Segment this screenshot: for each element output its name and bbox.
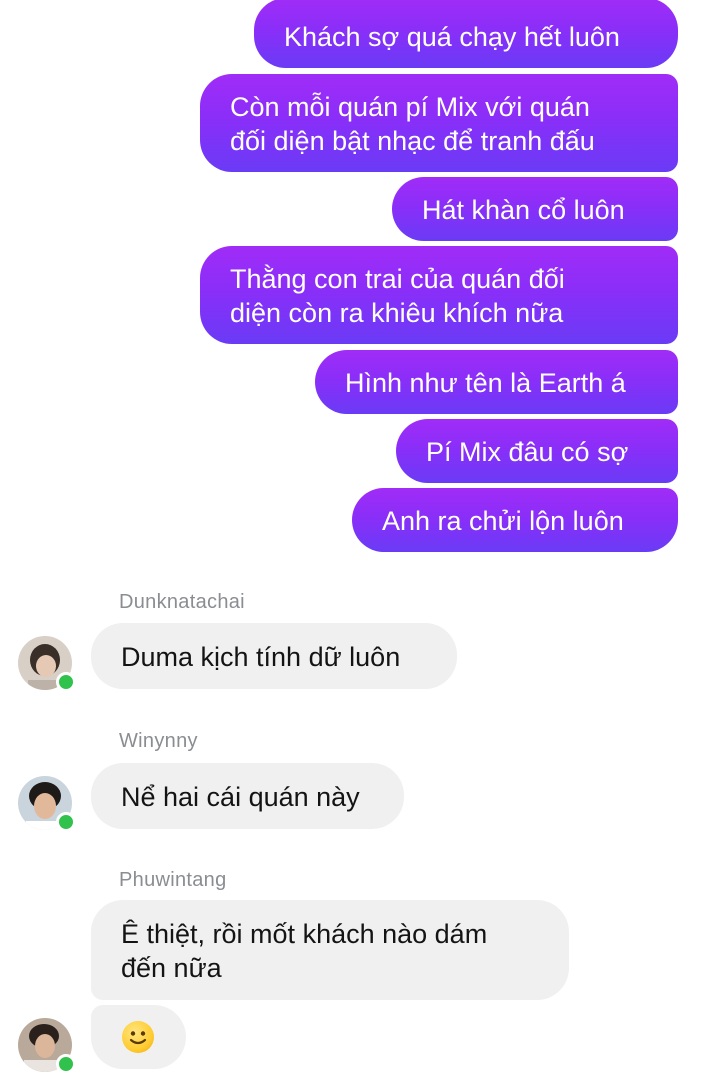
outgoing-message[interactable]: Pí Mix đâu có sợ (396, 419, 678, 483)
incoming-message[interactable]: Nể hai cái quán này (91, 763, 404, 829)
message-text: Thằng con trai của quán đối (230, 264, 565, 294)
online-status-icon (56, 812, 76, 832)
message-text: Còn mỗi quán pí Mix với quán (230, 92, 590, 122)
avatar[interactable] (18, 776, 76, 832)
incoming-message[interactable]: Ê thiệt, rồi mốt khách nào dám đến nữa (91, 900, 569, 1000)
message-text: Hình như tên là Earth á (345, 368, 626, 398)
slightly-smiling-face-emoji (122, 1021, 154, 1053)
outgoing-message[interactable]: Còn mỗi quán pí Mix với quán đối diện bậ… (200, 74, 678, 172)
message-text: Khách sợ quá chạy hết luôn (284, 22, 620, 52)
outgoing-message[interactable]: Hình như tên là Earth á (315, 350, 678, 414)
message-text: Pí Mix đâu có sợ (426, 437, 629, 467)
message-text: đối diện bật nhạc để tranh đấu (230, 126, 595, 156)
outgoing-message[interactable]: Hát khàn cổ luôn (392, 177, 678, 241)
avatar[interactable] (18, 636, 76, 692)
message-text: đến nữa (121, 953, 222, 983)
online-status-icon (56, 672, 76, 692)
message-text: Hát khàn cổ luôn (422, 195, 625, 225)
outgoing-message[interactable]: Khách sợ quá chạy hết luôn (254, 0, 678, 68)
sender-name: Phuwintang (119, 869, 227, 891)
sender-name: Dunknatachai (119, 591, 245, 613)
outgoing-message[interactable]: Thằng con trai của quán đối diện còn ra … (200, 246, 678, 344)
outgoing-message[interactable]: Anh ra chửi lộn luôn (352, 488, 678, 552)
avatar[interactable] (18, 1018, 76, 1074)
message-text: diện còn ra khiêu khích nữa (230, 298, 564, 328)
message-text: Ê thiệt, rồi mốt khách nào dám (121, 919, 488, 949)
emoji-message[interactable] (91, 1005, 186, 1069)
message-text: Nể hai cái quán này (121, 782, 360, 812)
online-status-icon (56, 1054, 76, 1074)
sender-name: Winynny (119, 730, 198, 752)
message-text: Anh ra chửi lộn luôn (382, 506, 624, 536)
incoming-message[interactable]: Duma kịch tính dữ luôn (91, 623, 457, 689)
message-text: Duma kịch tính dữ luôn (121, 642, 401, 672)
